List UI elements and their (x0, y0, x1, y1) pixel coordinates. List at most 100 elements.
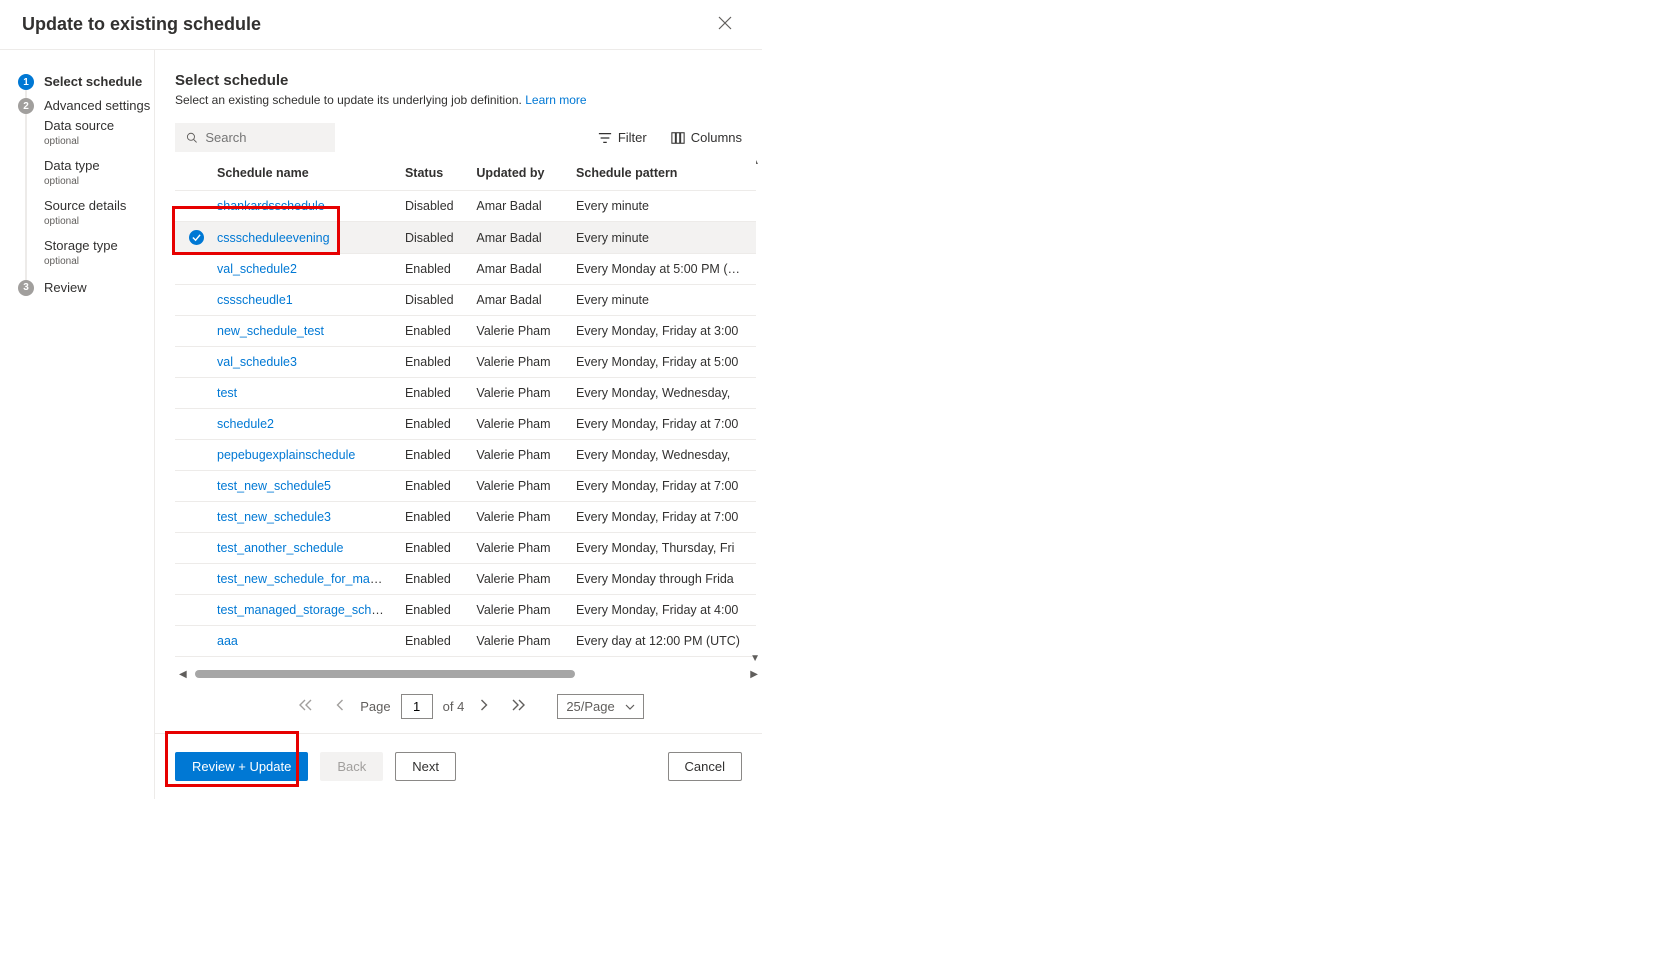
schedule-name-cell: test_new_schedule_for_manage... (209, 564, 397, 595)
schedule-name-link[interactable]: schedule2 (217, 417, 274, 431)
wizard-substep-source-details[interactable]: Source details optional (44, 198, 154, 228)
header-schedule-pattern[interactable]: Schedule pattern (568, 156, 756, 191)
status-cell: Disabled (397, 285, 468, 316)
wizard-step-advanced-settings[interactable]: 2 Advanced settings (18, 98, 154, 114)
step-number-icon: 3 (18, 280, 34, 296)
table-row[interactable]: new_schedule_testEnabledValerie PhamEver… (175, 316, 756, 347)
wizard-substep-storage-type[interactable]: Storage type optional (44, 238, 154, 268)
header-status[interactable]: Status (397, 156, 468, 191)
schedule-name-link[interactable]: cssscheduleevening (217, 231, 330, 245)
page-first-button[interactable] (293, 697, 319, 716)
main-content: Select schedule Select an existing sched… (155, 50, 762, 799)
schedule-name-link[interactable]: test_new_schedule5 (217, 479, 331, 493)
substep-optional: optional (44, 135, 154, 148)
table-row[interactable]: val_schedule2EnabledAmar BadalEvery Mond… (175, 254, 756, 285)
table-row[interactable]: cssscheduleeveningDisabledAmar BadalEver… (175, 222, 756, 254)
panel-footer: Review + Update Back Next Cancel (155, 733, 762, 799)
wizard-step-review[interactable]: 3 Review (18, 280, 154, 296)
wizard-substep-data-source[interactable]: Data source optional (44, 118, 154, 148)
schedule-name-link[interactable]: test_new_schedule3 (217, 510, 331, 524)
status-cell: Enabled (397, 626, 468, 657)
search-icon (186, 131, 197, 144)
table-row[interactable]: test_managed_storage_scheduleEnabledVale… (175, 595, 756, 626)
schedule-name-link[interactable]: pepebugexplainschedule (217, 448, 355, 462)
status-cell: Enabled (397, 502, 468, 533)
horizontal-scrollbar[interactable]: ◀ ▶ (175, 666, 762, 682)
substep-optional: optional (44, 255, 154, 268)
next-button[interactable]: Next (395, 752, 456, 781)
row-select-cell[interactable] (175, 564, 209, 595)
schedule-name-link[interactable]: test (217, 386, 237, 400)
substep-label: Source details (44, 198, 154, 215)
header-schedule-name[interactable]: Schedule name (209, 156, 397, 191)
row-select-cell[interactable] (175, 409, 209, 440)
schedule-name-link[interactable]: test_managed_storage_schedule (217, 603, 397, 617)
table-row[interactable]: cssscheudle1DisabledAmar BadalEvery minu… (175, 285, 756, 316)
row-select-cell[interactable] (175, 378, 209, 409)
page-size-select[interactable]: 25/Page (557, 694, 643, 719)
close-button[interactable] (710, 12, 740, 37)
row-select-cell[interactable] (175, 254, 209, 285)
table-row[interactable]: test_another_scheduleEnabledValerie Pham… (175, 533, 756, 564)
row-select-cell[interactable] (175, 191, 209, 222)
review-update-button[interactable]: Review + Update (175, 752, 308, 781)
schedule-table: Schedule name Status Updated by Schedule… (175, 156, 756, 657)
schedule-name-link[interactable]: shankardsschedule (217, 199, 325, 213)
columns-button[interactable]: Columns (671, 130, 742, 145)
scroll-down-caret-icon[interactable]: ▼ (750, 653, 760, 664)
row-select-cell[interactable] (175, 440, 209, 471)
scroll-track[interactable] (191, 670, 747, 678)
scroll-left-caret-icon[interactable]: ◀ (175, 669, 191, 680)
schedule-name-link[interactable]: test_another_schedule (217, 541, 343, 555)
schedule-name-link[interactable]: val_schedule3 (217, 355, 297, 369)
row-select-cell[interactable] (175, 626, 209, 657)
header-updated-by[interactable]: Updated by (468, 156, 568, 191)
table-row[interactable]: aaaEnabledValerie PhamEvery day at 12:00… (175, 626, 756, 657)
schedule-name-link[interactable]: test_new_schedule_for_manage... (217, 572, 397, 586)
search-input[interactable] (203, 129, 324, 146)
schedule-name-link[interactable]: new_schedule_test (217, 324, 324, 338)
status-cell: Disabled (397, 191, 468, 222)
row-select-cell[interactable] (175, 347, 209, 378)
cancel-button[interactable]: Cancel (668, 752, 742, 781)
table-row[interactable]: shankardsscheduleDisabledAmar BadalEvery… (175, 191, 756, 222)
row-select-cell[interactable] (175, 533, 209, 564)
page-number-input[interactable] (401, 694, 433, 719)
table-row[interactable]: schedule2EnabledValerie PhamEvery Monday… (175, 409, 756, 440)
updated-by-cell: Amar Badal (468, 285, 568, 316)
row-select-cell[interactable] (175, 502, 209, 533)
pattern-cell: Every Monday through Frida (568, 564, 756, 595)
schedule-name-link[interactable]: cssscheudle1 (217, 293, 293, 307)
row-select-cell[interactable] (175, 595, 209, 626)
status-cell: Disabled (397, 222, 468, 254)
table-row[interactable]: test_new_schedule5EnabledValerie PhamEve… (175, 471, 756, 502)
table-row[interactable]: testEnabledValerie PhamEvery Monday, Wed… (175, 378, 756, 409)
table-row[interactable]: pepebugexplainscheduleEnabledValerie Pha… (175, 440, 756, 471)
panel-body: 1 Select schedule 2 Advanced settings Da… (0, 50, 762, 799)
table-scroll[interactable]: Schedule name Status Updated by Schedule… (175, 156, 762, 666)
wizard-sidebar: 1 Select schedule 2 Advanced settings Da… (0, 50, 155, 799)
back-button[interactable]: Back (320, 752, 383, 781)
page-last-button[interactable] (505, 697, 531, 716)
search-box[interactable] (175, 123, 335, 152)
schedule-name-cell: val_schedule3 (209, 347, 397, 378)
filter-button[interactable]: Filter (598, 130, 647, 145)
page-next-button[interactable] (474, 697, 495, 716)
table-row[interactable]: val_schedule3EnabledValerie PhamEvery Mo… (175, 347, 756, 378)
table-row[interactable]: test_new_schedule_for_manage...EnabledVa… (175, 564, 756, 595)
schedule-name-link[interactable]: val_schedule2 (217, 262, 297, 276)
wizard-substep-data-type[interactable]: Data type optional (44, 158, 154, 188)
scroll-right-caret-icon[interactable]: ▶ (746, 669, 762, 680)
schedule-name-link[interactable]: aaa (217, 634, 238, 648)
learn-more-link[interactable]: Learn more (525, 93, 586, 107)
row-select-cell[interactable] (175, 285, 209, 316)
status-cell: Enabled (397, 316, 468, 347)
wizard-step-select-schedule[interactable]: 1 Select schedule (18, 74, 154, 90)
pattern-cell: Every Monday, Wednesday, (568, 440, 756, 471)
row-select-cell[interactable] (175, 222, 209, 254)
page-prev-button[interactable] (329, 697, 350, 716)
row-select-cell[interactable] (175, 316, 209, 347)
scroll-thumb[interactable] (195, 670, 575, 678)
table-row[interactable]: test_new_schedule3EnabledValerie PhamEve… (175, 502, 756, 533)
row-select-cell[interactable] (175, 471, 209, 502)
